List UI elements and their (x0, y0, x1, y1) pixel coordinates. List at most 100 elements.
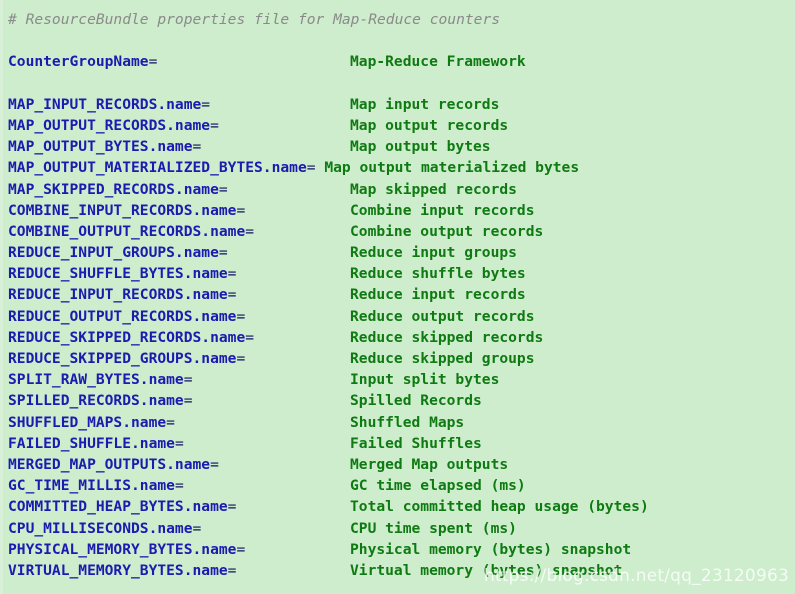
property-key: CPU_MILLISECONDS.name (8, 519, 193, 537)
code-listing: # ResourceBundle properties file for Map… (0, 0, 795, 594)
property-value: Map output bytes (350, 138, 491, 156)
property-line: MAP_OUTPUT_RECORDS.name= Map output recor… (8, 115, 795, 136)
property-key-column: COMBINE_OUTPUT_RECORDS.name= (8, 221, 350, 242)
assignment-operator: = (227, 561, 237, 579)
property-key-column: CounterGroupName= (8, 51, 350, 72)
property-key-column: REDUCE_SKIPPED_GROUPS.name= (8, 348, 350, 369)
property-key: REDUCE_SKIPPED_GROUPS.name (8, 350, 237, 367)
property-value: Failed Shuffles (350, 434, 482, 452)
property-value: Combine output records (350, 222, 544, 240)
assignment-operator: = (201, 95, 211, 113)
property-key-column: SPLIT_RAW_BYTES.name= (8, 369, 350, 390)
property-value: CPU time spent (ms) (350, 519, 517, 537)
property-line: REDUCE_SHUFFLE_BYTES.name= Reduce shuffle… (8, 263, 795, 284)
property-key: MAP_SKIPPED_RECORDS.name (8, 180, 219, 198)
comment-line: # ResourceBundle properties file for Map… (8, 11, 501, 28)
property-key: FAILED_SHUFFLE.name (8, 434, 175, 452)
assignment-operator: = (227, 498, 237, 516)
property-key: REDUCE_INPUT_RECORDS.name (8, 286, 228, 304)
property-value: Map output records (350, 116, 509, 134)
property-value: Map input records (350, 95, 500, 113)
property-value: Physical memory (bytes) snapshot (350, 540, 632, 558)
assignment-operator: = (236, 350, 246, 367)
property-key: SHUFFLED_MAPS.name (8, 413, 167, 431)
assignment-operator: = (166, 413, 175, 431)
property-key: REDUCE_SHUFFLE_BYTES.name (8, 265, 228, 283)
assignment-operator: = (183, 392, 193, 410)
property-key: CounterGroupName (8, 53, 149, 71)
property-value: Combine input records (350, 201, 535, 219)
property-key: MAP_OUTPUT_RECORDS.name (8, 116, 211, 134)
property-line: PHYSICAL_MEMORY_BYTES.name= Physical memo… (8, 539, 795, 560)
assignment-operator: = (306, 159, 316, 177)
property-key-column: MAP_INPUT_RECORDS.name= (8, 94, 350, 115)
property-key-column: COMBINE_INPUT_RECORDS.name= (8, 200, 350, 221)
property-key: REDUCE_INPUT_GROUPS.name (8, 244, 219, 262)
property-value: GC time elapsed (ms) (350, 477, 526, 495)
property-key-column: MAP_OUTPUT_RECORDS.name= (8, 115, 350, 136)
property-line: COMMITTED_HEAP_BYTES.name= Total committe… (8, 496, 795, 517)
property-value: Merged Map outputs (350, 455, 509, 473)
property-key: MAP_INPUT_RECORDS.name (8, 95, 202, 113)
property-line: REDUCE_OUTPUT_RECORDS.name= Reduce output… (8, 306, 795, 327)
assignment-operator: = (227, 286, 237, 304)
gutter-edge (0, 0, 3, 594)
property-key-column: FAILED_SHUFFLE.name= (8, 433, 350, 454)
property-value: Reduce input groups (350, 244, 517, 262)
property-key: GC_TIME_MILLIS.name (8, 477, 175, 495)
property-key-column: REDUCE_INPUT_RECORDS.name= (8, 284, 350, 305)
property-key: SPILLED_RECORDS.name (8, 392, 184, 410)
property-value: Map skipped records (350, 180, 517, 198)
assignment-operator: = (245, 222, 255, 240)
property-key-column: COMMITTED_HEAP_BYTES.name= (8, 496, 350, 517)
property-key: REDUCE_SKIPPED_RECORDS.name (8, 328, 246, 346)
assignment-operator: = (148, 53, 158, 71)
property-key-column: SHUFFLED_MAPS.name= (8, 412, 350, 433)
property-line: REDUCE_SKIPPED_GROUPS.name= Reduce skippe… (8, 348, 795, 369)
property-value: Virtual memory (bytes) snapshot (350, 561, 623, 579)
property-key-column: MAP_OUTPUT_BYTES.name= (8, 136, 350, 157)
property-value: Reduce skipped groups (350, 350, 535, 367)
property-key: MERGED_MAP_OUTPUTS.name (8, 455, 211, 473)
property-line: MAP_INPUT_RECORDS.name= Map input records (8, 94, 795, 115)
property-key: REDUCE_OUTPUT_RECORDS.name (8, 307, 237, 325)
property-line: SPILLED_RECORDS.name= Spilled Records (8, 390, 795, 411)
property-lines: CounterGroupName= Map-Reduce Framework MAP… (8, 51, 795, 581)
property-line: CPU_MILLISECONDS.name= CPU time spent (ms… (8, 518, 795, 539)
property-value: Reduce output records (350, 307, 535, 325)
assignment-operator: = (236, 201, 246, 219)
assignment-operator: = (210, 455, 219, 473)
property-key-column: REDUCE_SKIPPED_RECORDS.name= (8, 327, 350, 348)
property-key: VIRTUAL_MEMORY_BYTES.name (8, 561, 228, 579)
property-key-column: MAP_OUTPUT_MATERIALIZED_BYTES.name= (8, 157, 316, 178)
property-value: Total committed heap usage (bytes) (350, 498, 649, 516)
property-key: MAP_OUTPUT_BYTES.name (8, 138, 193, 156)
property-line: COMBINE_INPUT_RECORDS.name= Combine input… (8, 200, 795, 221)
property-key-column: PHYSICAL_MEMORY_BYTES.name= (8, 539, 350, 560)
assignment-operator: = (236, 307, 246, 325)
property-value: Input split bytes (350, 371, 500, 389)
property-value: Spilled Records (350, 392, 482, 410)
property-line: MAP_OUTPUT_MATERIALIZED_BYTES.name= Map … (8, 157, 795, 178)
assignment-operator: = (245, 328, 255, 346)
property-key-column: REDUCE_SHUFFLE_BYTES.name= (8, 263, 350, 284)
assignment-operator: = (174, 434, 184, 452)
property-line: GC_TIME_MILLIS.name= GC time elapsed (ms) (8, 475, 795, 496)
assignment-operator: = (192, 519, 202, 537)
property-value: Map output materialized bytes (315, 159, 580, 177)
property-line: COMBINE_OUTPUT_RECORDS.name= Combine outp… (8, 221, 795, 242)
property-key-column: CPU_MILLISECONDS.name= (8, 518, 350, 539)
property-value: Reduce skipped records (350, 328, 544, 346)
property-key: COMMITTED_HEAP_BYTES.name (8, 498, 228, 516)
property-line: FAILED_SHUFFLE.name= Failed Shuffles (8, 433, 795, 454)
property-value: Reduce shuffle bytes (350, 265, 526, 283)
property-value: Shuffled Maps (350, 413, 465, 431)
assignment-operator: = (218, 180, 228, 198)
property-key: SPLIT_RAW_BYTES.name (8, 371, 184, 389)
property-line: CounterGroupName= Map-Reduce Framework (8, 51, 795, 72)
property-line: MAP_SKIPPED_RECORDS.name= Map skipped rec… (8, 179, 795, 200)
assignment-operator: = (192, 138, 202, 156)
property-key-column: REDUCE_OUTPUT_RECORDS.name= (8, 306, 350, 327)
